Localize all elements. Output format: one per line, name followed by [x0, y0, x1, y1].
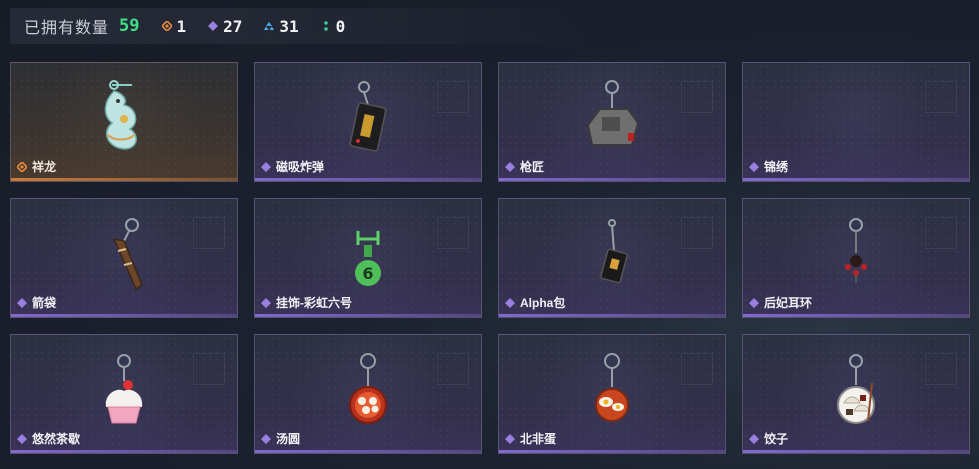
- item-name: 磁吸炸弹: [261, 158, 324, 175]
- item-name-text: 箭袋: [32, 296, 57, 310]
- card-decoration: [925, 217, 957, 249]
- rarity-stripe: [499, 314, 725, 317]
- green-dots-icon: [323, 21, 328, 31]
- dumpling-charm-icon: [837, 354, 875, 424]
- item-card-gunsmith[interactable]: 枪匠: [498, 62, 726, 182]
- purple-diamond-icon: [505, 161, 515, 172]
- collection-summary-bar: 已拥有数量 59 1 27 31 0: [10, 8, 590, 44]
- magnetic-bomb-charm-icon: [349, 81, 387, 152]
- rarity-count-green-value: 0: [335, 16, 346, 36]
- item-card-shakshuka[interactable]: 北非蛋: [498, 334, 726, 454]
- purple-diamond-icon: [17, 297, 27, 308]
- orange-diamond-icon: [161, 21, 172, 31]
- rarity-count-blue: 31: [264, 16, 299, 36]
- rarity-count-purple: 27: [208, 17, 242, 36]
- item-card-rainbow-six[interactable]: 6 挂饰-彩虹六号: [254, 198, 482, 318]
- rarity-stripe: [11, 314, 237, 317]
- rarity-stripe: [743, 178, 969, 181]
- item-name: 枪匠: [505, 158, 544, 175]
- purple-diamond-icon: [208, 21, 219, 31]
- gunsmith-charm-icon: [586, 80, 640, 146]
- item-card-magnetic-bomb[interactable]: 磁吸炸弹: [254, 62, 482, 182]
- card-decoration: [437, 217, 469, 249]
- card-decoration: [437, 81, 469, 113]
- item-grid: 祥龙 磁吸炸弹 枪匠 锦绣 箭袋 6 挂饰-彩虹六号 Alpha包 后妃耳环 悠…: [10, 62, 970, 454]
- rarity-stripe: [743, 450, 969, 453]
- card-decoration: [681, 81, 713, 113]
- card-decoration: [193, 217, 225, 249]
- item-name: 后妃耳环: [749, 294, 812, 311]
- item-name-text: 挂饰-彩虹六号: [276, 296, 352, 310]
- item-card-dragon[interactable]: 祥龙: [10, 62, 238, 182]
- item-name-text: 北非蛋: [520, 432, 557, 446]
- item-card-earring[interactable]: 后妃耳环: [742, 198, 970, 318]
- card-decoration: [681, 217, 713, 249]
- alpha-pack-charm-icon: [600, 219, 628, 284]
- item-name: 饺子: [749, 430, 788, 447]
- purple-diamond-icon: [261, 297, 271, 308]
- rarity-stripe: [255, 450, 481, 453]
- rarity-count-orange-value: 1: [176, 16, 187, 36]
- item-name: 悠然茶歇: [17, 430, 80, 447]
- card-decoration: [193, 353, 225, 385]
- svg-text:6: 6: [362, 264, 373, 283]
- purple-diamond-icon: [749, 433, 759, 444]
- purple-diamond-icon: [505, 297, 515, 308]
- cupcake-charm-icon: [105, 354, 143, 424]
- purple-diamond-icon: [749, 297, 759, 308]
- purple-diamond-icon: [261, 161, 271, 172]
- item-card-tangyuan[interactable]: 汤圆: [254, 334, 482, 454]
- rarity-stripe: [499, 450, 725, 453]
- item-card-dumpling[interactable]: 饺子: [742, 334, 970, 454]
- rarity-stripe: [255, 178, 481, 181]
- purple-diamond-icon: [261, 433, 271, 444]
- item-name-text: 磁吸炸弹: [276, 160, 325, 174]
- card-decoration: [437, 353, 469, 385]
- item-name-text: 锦绣: [764, 160, 789, 174]
- rarity-stripe: [743, 314, 969, 317]
- card-decoration: [681, 353, 713, 385]
- dragon-charm-icon: [104, 80, 137, 150]
- rarity-count-blue-value: 31: [279, 16, 299, 36]
- item-card-jinxiu[interactable]: 锦绣: [742, 62, 970, 182]
- item-name: 锦绣: [749, 158, 788, 175]
- rarity-count-orange: 1: [161, 16, 187, 36]
- rarity-stripe: [499, 178, 725, 181]
- item-name: 北非蛋: [505, 430, 556, 447]
- owned-count-label: 已拥有数量: [24, 20, 110, 37]
- rarity-count-purple-value: 27: [223, 16, 243, 36]
- rarity-stripe: [11, 178, 237, 181]
- blue-triangle-icon: [264, 22, 275, 30]
- purple-diamond-icon: [749, 161, 759, 172]
- item-name-text: 枪匠: [520, 160, 545, 174]
- item-name: 挂饰-彩虹六号: [261, 294, 352, 311]
- rainbow-six-charm-icon: 6: [355, 231, 381, 286]
- owned-count-value: 59: [119, 16, 140, 36]
- orange-diamond-icon: [17, 161, 27, 172]
- item-name-text: 汤圆: [276, 432, 301, 446]
- purple-diamond-icon: [17, 433, 27, 444]
- item-name: 祥龙: [17, 158, 56, 175]
- tangyuan-charm-icon: [349, 353, 387, 424]
- item-name: 箭袋: [17, 294, 56, 311]
- item-card-quiver[interactable]: 箭袋: [10, 198, 238, 318]
- rarity-stripe: [255, 314, 481, 317]
- shakshuka-charm-icon: [595, 353, 629, 422]
- item-name: Alpha包: [505, 294, 565, 311]
- item-card-cupcake[interactable]: 悠然茶歇: [10, 334, 238, 454]
- quiver-charm-icon: [112, 218, 143, 291]
- item-name-text: 后妃耳环: [764, 296, 813, 310]
- item-name: 汤圆: [261, 430, 300, 447]
- earring-charm-icon: [845, 218, 867, 283]
- item-name-text: 祥龙: [32, 160, 57, 174]
- card-decoration: [925, 353, 957, 385]
- card-decoration: [925, 81, 957, 113]
- item-name-text: Alpha包: [520, 296, 566, 310]
- item-name-text: 饺子: [764, 432, 789, 446]
- item-name-text: 悠然茶歇: [32, 432, 81, 446]
- purple-diamond-icon: [505, 433, 515, 444]
- item-card-alpha-pack[interactable]: Alpha包: [498, 198, 726, 318]
- rarity-stripe: [11, 450, 237, 453]
- rarity-count-green: 0: [321, 16, 346, 36]
